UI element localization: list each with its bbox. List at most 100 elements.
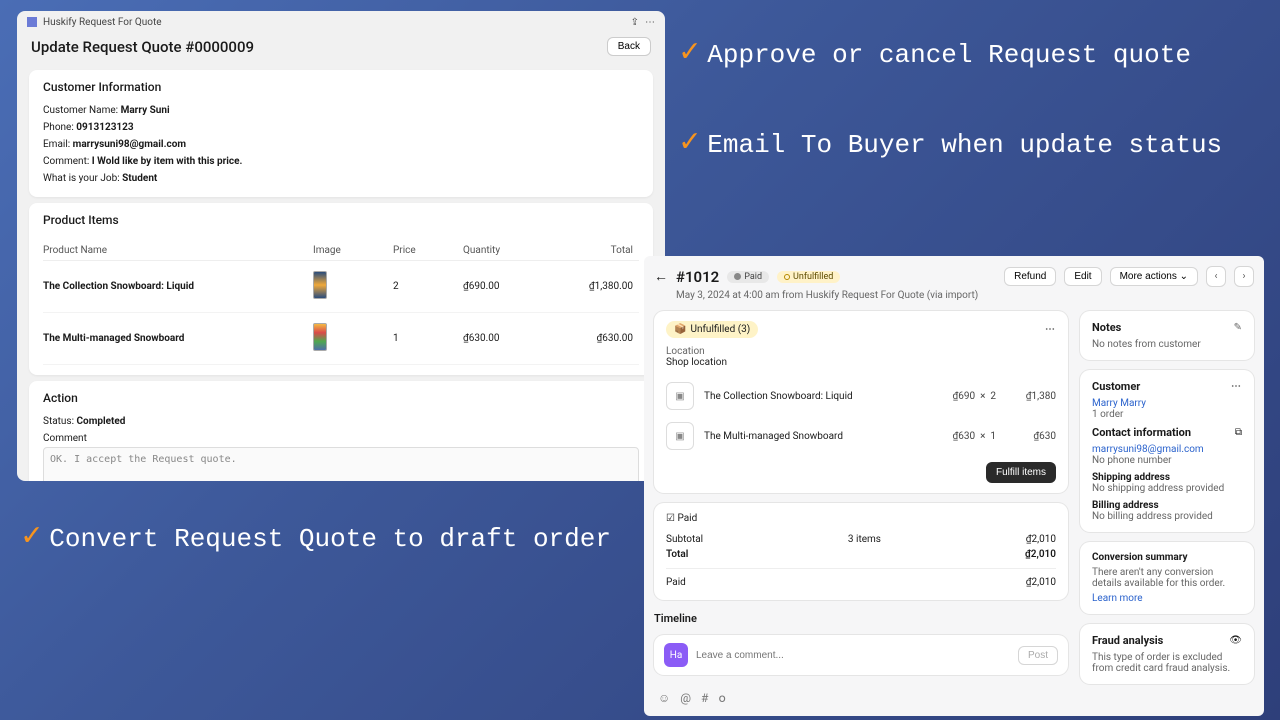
- order-subtitle: May 3, 2024 at 4:00 am from Huskify Requ…: [676, 290, 1254, 301]
- line-total: ₫1,380: [1006, 391, 1056, 402]
- menu-icon[interactable]: ⋯: [645, 17, 655, 28]
- prev-order-button[interactable]: ‹: [1206, 266, 1226, 287]
- product-qty: 2: [393, 281, 463, 292]
- next-order-button[interactable]: ›: [1234, 266, 1254, 287]
- fulfillment-card: 📦 Unfulfilled (3) ⋯ LocationShop locatio…: [654, 311, 1068, 493]
- more-actions-button[interactable]: More actions ⌄: [1110, 267, 1198, 286]
- comment-textarea[interactable]: [43, 447, 639, 481]
- col-name: Product Name: [43, 245, 313, 256]
- callout-2: Email To Buyer when update status: [707, 126, 1222, 165]
- card-menu-icon[interactable]: ⋯: [1045, 324, 1056, 335]
- payment-card: ☑ Paid Subtotal3 items₫2,010 Total₫2,010…: [654, 503, 1068, 600]
- hash-icon[interactable]: #: [701, 691, 708, 705]
- customer-phone: 0913123123: [76, 122, 133, 133]
- copy-icon[interactable]: ⧉: [1235, 427, 1242, 438]
- page-title: Update Request Quote #0000009: [31, 38, 254, 56]
- status-label: Status:: [43, 416, 74, 427]
- table-row: The Multi-managed Snowboard 1 ₫630.00 ₫6…: [43, 313, 639, 365]
- total-value: ₫2,010: [1025, 549, 1056, 560]
- line-name: The Multi-managed Snowboard: [704, 431, 942, 442]
- contact-header: Contact information: [1092, 426, 1191, 439]
- product-items-header: Product Items: [43, 213, 639, 227]
- product-name: The Collection Snowboard: Liquid: [43, 281, 194, 292]
- product-price: ₫630.00: [463, 333, 553, 344]
- customer-card: Customer ⋯ Marry Marry 1 order Contact in…: [1080, 370, 1254, 532]
- pin-icon[interactable]: ⇪: [631, 17, 639, 28]
- emoji-icon[interactable]: ☺: [658, 691, 670, 705]
- product-name: The Multi-managed Snowboard: [43, 333, 184, 344]
- unfulfilled-badge: Unfulfilled: [777, 271, 840, 283]
- card-menu-icon[interactable]: ⋯: [1231, 381, 1242, 392]
- name-label: Customer Name:: [43, 105, 118, 116]
- product-thumb-icon: ▣: [666, 422, 694, 450]
- email-label: Email:: [43, 139, 70, 150]
- line-item: ▣ The Collection Snowboard: Liquid ₫690 …: [666, 376, 1056, 416]
- product-qty: 1: [393, 333, 463, 344]
- subtotal-value: ₫2,010: [1026, 534, 1056, 545]
- quote-panel: Huskify Request For Quote ⇪ ⋯ Update Req…: [17, 11, 665, 481]
- customer-name: Marry Suni: [121, 105, 170, 116]
- order-panel: ← #1012 Paid Unfulfilled Refund Edit Mor…: [644, 256, 1264, 716]
- refund-button[interactable]: Refund: [1004, 267, 1056, 286]
- location-value: Shop location: [666, 357, 727, 368]
- action-header: Action: [43, 391, 639, 405]
- fulfill-items-button[interactable]: Fulfill items: [986, 462, 1056, 483]
- check-icon: ✓: [680, 34, 699, 75]
- customer-info-card: Customer Information Customer Name: Marr…: [29, 70, 653, 197]
- col-qty: Quantity: [463, 245, 553, 256]
- customer-header: Customer: [1092, 380, 1140, 393]
- product-items-card: Product Items Product Name Image Price Q…: [29, 203, 653, 375]
- edit-button[interactable]: Edit: [1064, 267, 1101, 286]
- comment-input[interactable]: [696, 650, 1010, 661]
- edit-icon[interactable]: ✎: [1234, 322, 1242, 333]
- action-card: Action Status: Completed Comment: [29, 381, 653, 481]
- avatar: Ha: [664, 643, 688, 667]
- conversion-header: Conversion summary: [1092, 552, 1188, 563]
- phone-label: Phone:: [43, 122, 74, 133]
- location-label: Location: [666, 346, 705, 357]
- shipping-value: No shipping address provided: [1092, 483, 1242, 494]
- order-id: #1012: [676, 268, 719, 286]
- line-name: The Collection Snowboard: Liquid: [704, 391, 942, 402]
- customer-orders: 1 order: [1092, 409, 1242, 420]
- product-total: ₫630.00: [553, 333, 639, 344]
- billing-value: No billing address provided: [1092, 511, 1242, 522]
- learn-more-link[interactable]: Learn more: [1092, 593, 1242, 604]
- unfulfilled-chip: 📦 Unfulfilled (3): [666, 321, 758, 338]
- fraud-header: Fraud analysis: [1092, 634, 1163, 647]
- back-button[interactable]: Back: [607, 37, 651, 56]
- customer-info-header: Customer Information: [43, 80, 639, 94]
- billing-header: Billing address: [1092, 500, 1159, 511]
- conversion-card: Conversion summary There aren't any conv…: [1080, 542, 1254, 614]
- comment-row: Ha Post: [654, 635, 1068, 675]
- product-image: [313, 271, 327, 299]
- customer-email: marrysuni98@gmail.com: [73, 139, 186, 150]
- col-total: Total: [553, 245, 639, 256]
- attach-icon[interactable]: 𝗈: [718, 691, 725, 705]
- back-arrow-icon[interactable]: ←: [654, 268, 668, 285]
- callout-3: Convert Request Quote to draft order: [49, 520, 611, 559]
- timeline-header: Timeline: [654, 612, 1068, 625]
- line-qty: 1: [990, 431, 996, 442]
- comment-label: Comment:: [43, 156, 89, 167]
- eye-icon[interactable]: 👁: [1229, 635, 1242, 646]
- fraud-value: This type of order is excluded from cred…: [1092, 652, 1242, 674]
- customer-link[interactable]: Marry Marry: [1092, 398, 1242, 409]
- post-button[interactable]: Post: [1018, 646, 1058, 665]
- col-image: Image: [313, 245, 393, 256]
- customer-email-link[interactable]: marrysuni98@gmail.com: [1092, 444, 1242, 455]
- subtotal-label: Subtotal: [666, 534, 703, 545]
- product-image: [313, 323, 327, 351]
- mention-icon[interactable]: @: [680, 691, 691, 705]
- customer-phone: No phone number: [1092, 455, 1242, 466]
- conversion-value: There aren't any conversion details avai…: [1092, 567, 1242, 589]
- chevron-down-icon: ⌄: [1180, 271, 1188, 282]
- product-total: ₫1,380.00: [553, 281, 639, 292]
- app-title: Huskify Request For Quote: [43, 17, 162, 28]
- check-icon: ✓: [22, 518, 41, 559]
- product-thumb-icon: ▣: [666, 382, 694, 410]
- line-qty: 2: [990, 391, 996, 402]
- col-price: Price: [393, 245, 463, 256]
- callout-1: Approve or cancel Request quote: [707, 36, 1191, 75]
- comment-header: Comment: [43, 430, 639, 447]
